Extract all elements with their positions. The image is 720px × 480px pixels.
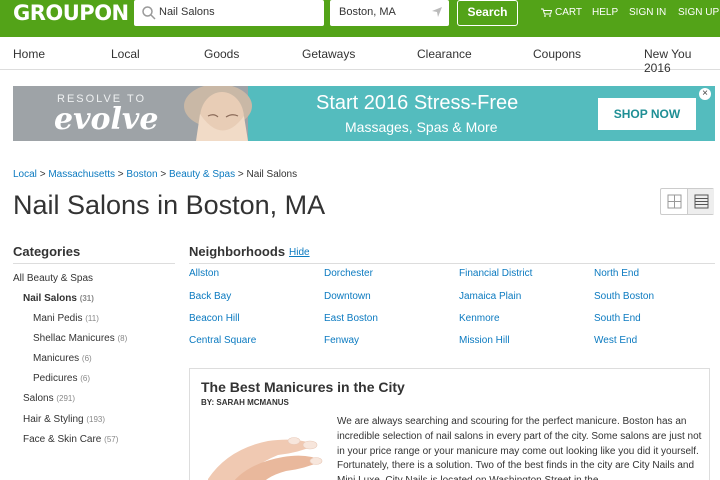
location-input[interactable]: Boston, MA xyxy=(330,0,449,26)
category-label: Hair & Styling xyxy=(23,414,84,425)
nav-getaways[interactable]: Getaways xyxy=(302,47,355,61)
categories-divider xyxy=(13,263,175,264)
search-icon xyxy=(142,6,156,20)
sign-in-link[interactable]: SIGN IN xyxy=(629,7,666,18)
neighborhood-link[interactable]: West End xyxy=(594,335,637,346)
model-face-image xyxy=(184,86,252,141)
category-nail-salons[interactable]: Nail Salons (31) xyxy=(23,293,94,304)
view-toggle xyxy=(660,188,714,215)
category-label: All Beauty & Spas xyxy=(13,273,94,284)
manicure-hands-image xyxy=(198,419,328,480)
category-pedicures[interactable]: Pedicures (6) xyxy=(33,373,90,384)
breadcrumb-separator: > xyxy=(237,169,244,180)
search-input[interactable]: Nail Salons xyxy=(134,0,324,26)
category-label: Shellac Manicures xyxy=(33,333,115,344)
breadcrumb-separator: > xyxy=(117,169,124,180)
list-view-icon xyxy=(694,194,709,209)
category-all-beauty-spas[interactable]: All Beauty & Spas xyxy=(13,273,93,284)
nav-coupons[interactable]: Coupons xyxy=(533,47,581,61)
category-label: Salons xyxy=(23,393,54,404)
category-label: Nail Salons xyxy=(23,293,77,304)
categories-heading: Categories xyxy=(13,244,81,259)
breadcrumb-separator: > xyxy=(160,169,167,180)
breadcrumb-beauty-spas[interactable]: Beauty & Spas xyxy=(169,169,235,180)
shop-now-button[interactable]: SHOP NOW xyxy=(598,98,696,130)
banner-subhead: Massages, Spas & More xyxy=(345,119,498,135)
neighborhoods-heading: Neighborhoods xyxy=(189,244,286,259)
category-label: Manicures xyxy=(33,353,80,364)
banner-evolve: evolve xyxy=(54,102,159,137)
neighborhood-link[interactable]: North End xyxy=(594,268,639,279)
grid-view-button[interactable] xyxy=(661,189,688,214)
category-count: (6) xyxy=(81,354,92,363)
breadcrumb: Local > Massachusetts > Boston > Beauty … xyxy=(13,169,297,180)
neighborhood-link[interactable]: Financial District xyxy=(459,268,532,279)
nav-goods[interactable]: Goods xyxy=(204,47,239,61)
nav-local[interactable]: Local xyxy=(111,47,140,61)
nav-home[interactable]: Home xyxy=(13,47,45,61)
neighborhoods-hide-link[interactable]: Hide xyxy=(289,247,310,258)
page-title: Nail Salons in Boston, MA xyxy=(13,190,326,220)
article-body: We are always searching and scouring for… xyxy=(337,416,702,480)
neighborhood-link[interactable]: South Boston xyxy=(594,291,654,302)
banner-headline: Start 2016 Stress-Free xyxy=(316,92,519,114)
neighborhood-link[interactable]: Central Square xyxy=(189,335,256,346)
neighborhood-link[interactable]: East Boston xyxy=(324,313,378,324)
category-count: (193) xyxy=(86,415,106,424)
breadcrumb-boston[interactable]: Boston xyxy=(126,169,157,180)
breadcrumb-separator: > xyxy=(39,169,46,180)
article-card: The Best Manicures in the City BY: SARAH… xyxy=(189,368,710,480)
neighborhood-link[interactable]: Mission Hill xyxy=(459,335,510,346)
neighborhood-link[interactable]: South End xyxy=(594,313,641,324)
category-label: Face & Skin Care xyxy=(23,434,102,445)
search-button[interactable]: Search xyxy=(457,0,518,26)
article-byline: BY: SARAH MCMANUS xyxy=(201,398,289,407)
category-label: Pedicures xyxy=(33,373,78,384)
cart-icon xyxy=(541,8,552,17)
neighborhood-link[interactable]: Dorchester xyxy=(324,268,373,279)
neighborhood-link[interactable]: Beacon Hill xyxy=(189,313,240,324)
help-link[interactable]: HELP xyxy=(592,7,618,18)
location-input-value: Boston, MA xyxy=(339,6,396,18)
breadcrumb-local[interactable]: Local xyxy=(13,169,37,180)
sign-up-link[interactable]: SIGN UP xyxy=(678,7,719,18)
neighborhood-link[interactable]: Jamaica Plain xyxy=(459,291,521,302)
close-icon[interactable]: × xyxy=(699,88,711,100)
breadcrumb-current: Nail Salons xyxy=(246,169,298,180)
cart-link[interactable]: CART xyxy=(541,7,582,18)
category-face-skin-care[interactable]: Face & Skin Care (57) xyxy=(23,434,118,445)
category-count: (11) xyxy=(85,314,99,323)
promo-banner[interactable]: RESOLVE TO evolve Start 2016 Stress-Free… xyxy=(13,86,715,141)
breadcrumb-massachusetts[interactable]: Massachusetts xyxy=(48,169,115,180)
category-hair-styling[interactable]: Hair & Styling (193) xyxy=(23,414,105,425)
category-shellac-manicures[interactable]: Shellac Manicures (8) xyxy=(33,333,127,344)
article-title[interactable]: The Best Manicures in the City xyxy=(201,379,405,395)
category-count: (291) xyxy=(56,394,76,403)
neighborhood-link[interactable]: Downtown xyxy=(324,291,371,302)
category-count: (8) xyxy=(117,334,128,343)
category-count: (31) xyxy=(79,294,94,303)
grid-view-icon xyxy=(667,194,682,209)
category-count: (6) xyxy=(80,374,91,383)
category-nav: Home Local Goods Getaways Clearance Coup… xyxy=(0,37,720,75)
top-bar: GROUPON Nail Salons Boston, MA Search CA… xyxy=(0,0,720,37)
neighborhood-link[interactable]: Fenway xyxy=(324,335,359,346)
nav-clearance[interactable]: Clearance xyxy=(417,47,472,61)
category-label: Mani Pedis xyxy=(33,313,83,324)
category-salons[interactable]: Salons (291) xyxy=(23,393,75,404)
groupon-logo[interactable]: GROUPON xyxy=(13,1,129,25)
neighborhood-link[interactable]: Allston xyxy=(189,268,219,279)
category-mani-pedis[interactable]: Mani Pedis (11) xyxy=(33,313,99,324)
list-view-button[interactable] xyxy=(687,189,714,214)
location-arrow-icon[interactable] xyxy=(431,6,443,18)
search-input-value: Nail Salons xyxy=(159,6,215,18)
neighborhood-link[interactable]: Kenmore xyxy=(459,313,500,324)
category-count: (57) xyxy=(104,435,119,444)
cart-label: CART xyxy=(555,7,583,18)
category-manicures[interactable]: Manicures (6) xyxy=(33,353,92,364)
neighborhoods-divider xyxy=(189,263,715,264)
nav-new-you-2016[interactable]: New You 2016 xyxy=(644,47,720,75)
neighborhood-link[interactable]: Back Bay xyxy=(189,291,231,302)
